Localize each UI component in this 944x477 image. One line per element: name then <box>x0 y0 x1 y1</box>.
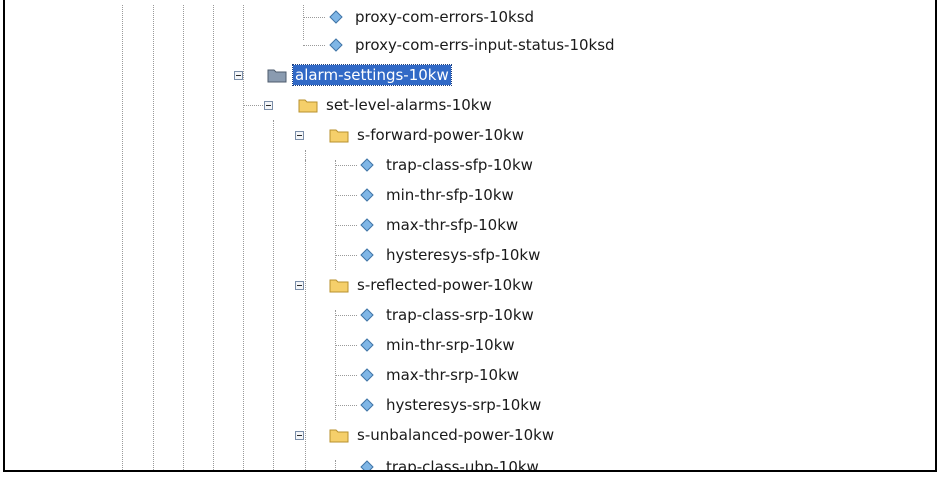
tree-node-label: alarm-settings-10kw <box>292 64 452 86</box>
top-crop <box>5 0 935 4</box>
collapse-minus-icon[interactable] <box>295 431 304 440</box>
tree-guide <box>335 160 336 270</box>
tree-node-label: max-thr-srp-10kw <box>386 366 520 384</box>
tree-node-s-forward-power[interactable]: s-forward-power-10kw <box>329 123 526 147</box>
tree-node-max-thr-sfp[interactable]: max-thr-sfp-10kw <box>360 213 520 237</box>
diamond-node-icon <box>360 188 374 202</box>
folder-icon <box>329 429 349 443</box>
tree-node-min-thr-sfp[interactable]: min-thr-sfp-10kw <box>360 183 516 207</box>
tree-node-label: proxy-com-errors-10ksd <box>355 8 535 26</box>
tree-node-label: s-forward-power-10kw <box>357 126 525 144</box>
tree-node-max-thr-srp[interactable]: max-thr-srp-10kw <box>360 363 521 387</box>
collapse-minus-icon[interactable] <box>234 71 243 80</box>
diamond-node-icon <box>329 10 343 24</box>
tree-node-trap-class-sfp[interactable]: trap-class-sfp-10kw <box>360 153 535 177</box>
tree-connector <box>335 225 357 226</box>
folder-icon <box>298 99 318 113</box>
folder-icon <box>329 279 349 293</box>
tree-node-proxy-com-errors[interactable]: proxy-com-errors-10ksd <box>329 5 536 29</box>
tree-node-alarm-settings[interactable]: alarm-settings-10kw <box>267 63 452 87</box>
tree-node-label: hysteresys-srp-10kw <box>386 396 542 414</box>
tree-node-label: trap-class-srp-10kw <box>386 306 534 324</box>
tree-guide <box>122 0 123 470</box>
tree-node-label: min-thr-sfp-10kw <box>386 186 514 204</box>
tree-node-trap-class-srp[interactable]: trap-class-srp-10kw <box>360 303 536 327</box>
diamond-node-icon <box>360 338 374 352</box>
tree-node-proxy-com-errs-input-status[interactable]: proxy-com-errs-input-status-10ksd <box>329 33 617 57</box>
tree-guide <box>273 120 274 470</box>
tree-guide <box>183 0 184 470</box>
tree-guide <box>153 0 154 470</box>
diamond-node-icon <box>360 398 374 412</box>
diamond-node-icon <box>360 368 374 382</box>
tree-node-label: trap-class-sfp-10kw <box>386 156 533 174</box>
diamond-node-icon <box>360 158 374 172</box>
collapse-minus-icon[interactable] <box>264 101 273 110</box>
tree-node-hysteresys-srp[interactable]: hysteresys-srp-10kw <box>360 393 543 417</box>
tree-node-label: min-thr-srp-10kw <box>386 336 515 354</box>
tree-node-s-reflected-power[interactable]: s-reflected-power-10kw <box>329 273 535 297</box>
tree-node-label: proxy-com-errs-input-status-10ksd <box>355 36 615 54</box>
tree-node-set-level-alarms[interactable]: set-level-alarms-10kw <box>298 93 494 117</box>
tree-connector <box>303 45 325 46</box>
tree-node-trap-class-ubp[interactable]: trap-class-ubp-10kw <box>360 455 541 472</box>
tree-connector <box>303 17 325 18</box>
tree-guide <box>335 310 336 420</box>
tree-connector <box>335 165 357 166</box>
tree-node-hysteresys-sfp[interactable]: hysteresys-sfp-10kw <box>360 243 542 267</box>
tree-node-label: s-unbalanced-power-10kw <box>357 426 555 444</box>
tree-connector <box>335 315 357 316</box>
tree-connector <box>335 195 357 196</box>
tree-node-label: hysteresys-sfp-10kw <box>386 246 541 264</box>
collapse-minus-icon[interactable] <box>295 131 304 140</box>
diamond-node-icon <box>360 460 374 470</box>
folder-icon <box>267 69 287 83</box>
tree-connector <box>335 345 357 346</box>
tree-connector <box>335 375 357 376</box>
tree-node-label: set-level-alarms-10kw <box>326 96 492 114</box>
folder-icon <box>329 129 349 143</box>
tree-guide <box>243 0 244 470</box>
diamond-node-icon <box>360 248 374 262</box>
tree-node-label: trap-class-ubp-10kw <box>386 458 539 472</box>
tree-node-label: s-reflected-power-10kw <box>357 276 534 294</box>
tree-node-s-unbalanced-power[interactable]: s-unbalanced-power-10kw <box>329 423 556 447</box>
tree-guide <box>335 460 336 470</box>
tree-guide <box>303 0 304 40</box>
diamond-node-icon <box>360 218 374 232</box>
tree-node-label: max-thr-sfp-10kw <box>386 216 519 234</box>
tree-connector <box>335 405 357 406</box>
tree-guide <box>213 0 214 470</box>
tree-panel: proxy-com-errors-10ksd proxy-com-errs-in… <box>3 0 937 472</box>
diamond-node-icon <box>329 38 343 52</box>
tree-guide <box>305 160 306 470</box>
diamond-node-icon <box>360 308 374 322</box>
tree-node-min-thr-srp[interactable]: min-thr-srp-10kw <box>360 333 517 357</box>
tree-connector <box>335 255 357 256</box>
collapse-minus-icon[interactable] <box>295 281 304 290</box>
tree-connector <box>243 105 263 106</box>
